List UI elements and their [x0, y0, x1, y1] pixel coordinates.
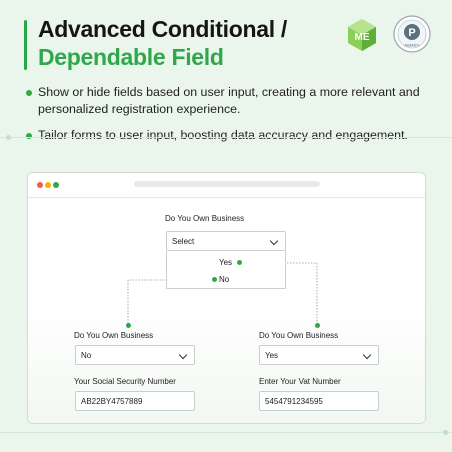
business-select[interactable]: Select — [166, 231, 286, 251]
chevron-down-icon — [269, 236, 279, 246]
bullet-dot-icon — [26, 90, 32, 96]
accent-bar — [24, 20, 27, 70]
browser-window: Do You Own Business Select Yes No Do You… — [27, 172, 426, 424]
vat-input[interactable]: 5454791234595 — [259, 391, 379, 411]
address-bar[interactable] — [134, 181, 320, 187]
browser-chrome — [28, 173, 425, 198]
select-value: Select — [172, 237, 195, 246]
connector-dot-icon — [126, 323, 131, 328]
ssn-label: Your Social Security Number — [74, 377, 176, 386]
bullet-dot-icon — [26, 133, 32, 139]
connector-dot-icon — [212, 277, 217, 282]
page-title-line-2: Dependable Field — [38, 44, 224, 70]
select-value: Yes — [265, 351, 279, 360]
me-logo-icon: ME — [348, 19, 376, 51]
decorative-dot — [443, 430, 448, 435]
bullet-item-1: Show or hide fields based on user input,… — [24, 84, 424, 118]
svg-text:P: P — [408, 27, 415, 39]
question-label: Do You Own Business — [165, 214, 245, 223]
close-dot-icon — [37, 182, 43, 188]
form-area: Do You Own Business Select Yes No Do You… — [28, 198, 425, 423]
partner-badge-icon: P AGENCY — [393, 15, 431, 53]
svg-text:ME: ME — [355, 32, 370, 43]
option-no[interactable]: No — [219, 275, 229, 284]
decorative-dot — [6, 135, 11, 140]
chevron-down-icon — [178, 350, 188, 360]
bullet-text: Tailor forms to user input, boosting dat… — [38, 128, 408, 142]
ssn-input[interactable]: AB22BY4757889 — [75, 391, 195, 411]
page-title-line-1: Advanced Conditional / — [38, 16, 287, 42]
maximize-dot-icon — [53, 182, 59, 188]
bullet-text: Show or hide fields based on user input,… — [38, 85, 420, 116]
left-business-select[interactable]: No — [75, 345, 195, 365]
chevron-down-icon — [362, 350, 372, 360]
option-yes[interactable]: Yes — [219, 258, 232, 267]
connector-dot-icon — [315, 323, 320, 328]
bullet-item-2: Tailor forms to user input, boosting dat… — [24, 127, 444, 144]
svg-text:AGENCY: AGENCY — [404, 44, 420, 48]
select-value: No — [81, 351, 92, 360]
left-question-label: Do You Own Business — [74, 331, 154, 340]
vat-value: 5454791234595 — [265, 397, 323, 406]
connector-dot-icon — [237, 260, 242, 265]
right-question-label: Do You Own Business — [259, 331, 339, 340]
decorative-line — [0, 137, 452, 138]
decorative-line — [0, 432, 452, 433]
dropdown-menu: Yes No — [166, 251, 286, 289]
ssn-value: AB22BY4757889 — [81, 397, 143, 406]
right-business-select[interactable]: Yes — [259, 345, 379, 365]
vat-label: Enter Your Vat Number — [259, 377, 341, 386]
minimize-dot-icon — [45, 182, 51, 188]
